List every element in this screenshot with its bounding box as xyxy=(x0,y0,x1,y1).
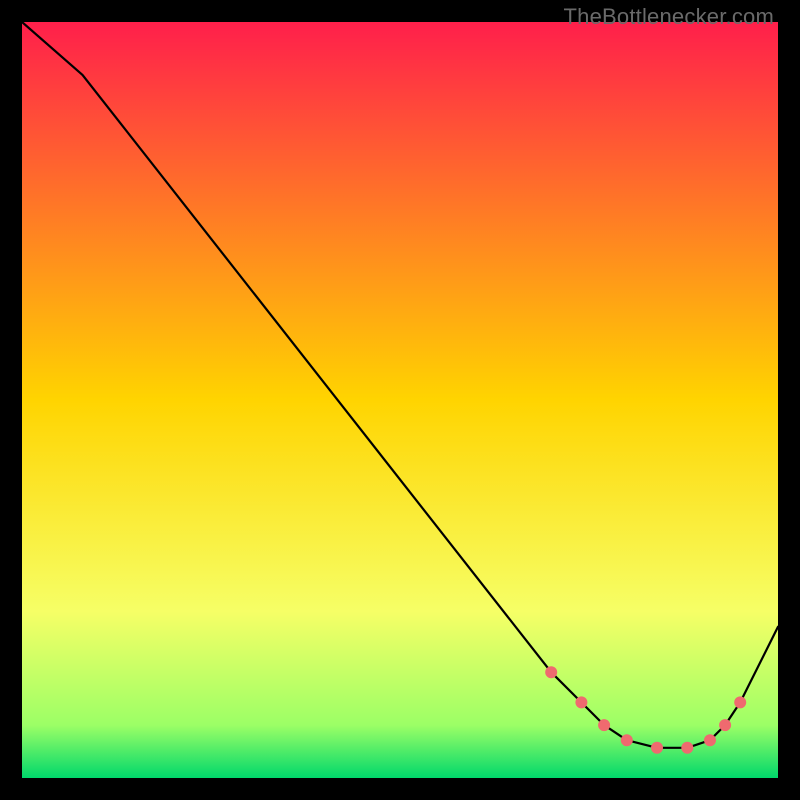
marker-point xyxy=(651,742,663,754)
marker-point xyxy=(704,734,716,746)
marker-point xyxy=(681,742,693,754)
marker-point xyxy=(575,696,587,708)
marker-point xyxy=(734,696,746,708)
chart-svg xyxy=(22,22,778,778)
marker-point xyxy=(621,734,633,746)
marker-point xyxy=(719,719,731,731)
gradient-background xyxy=(22,22,778,778)
chart-frame xyxy=(22,22,778,778)
marker-point xyxy=(545,666,557,678)
watermark-text: TheBottlenecker.com xyxy=(564,4,774,30)
marker-point xyxy=(598,719,610,731)
